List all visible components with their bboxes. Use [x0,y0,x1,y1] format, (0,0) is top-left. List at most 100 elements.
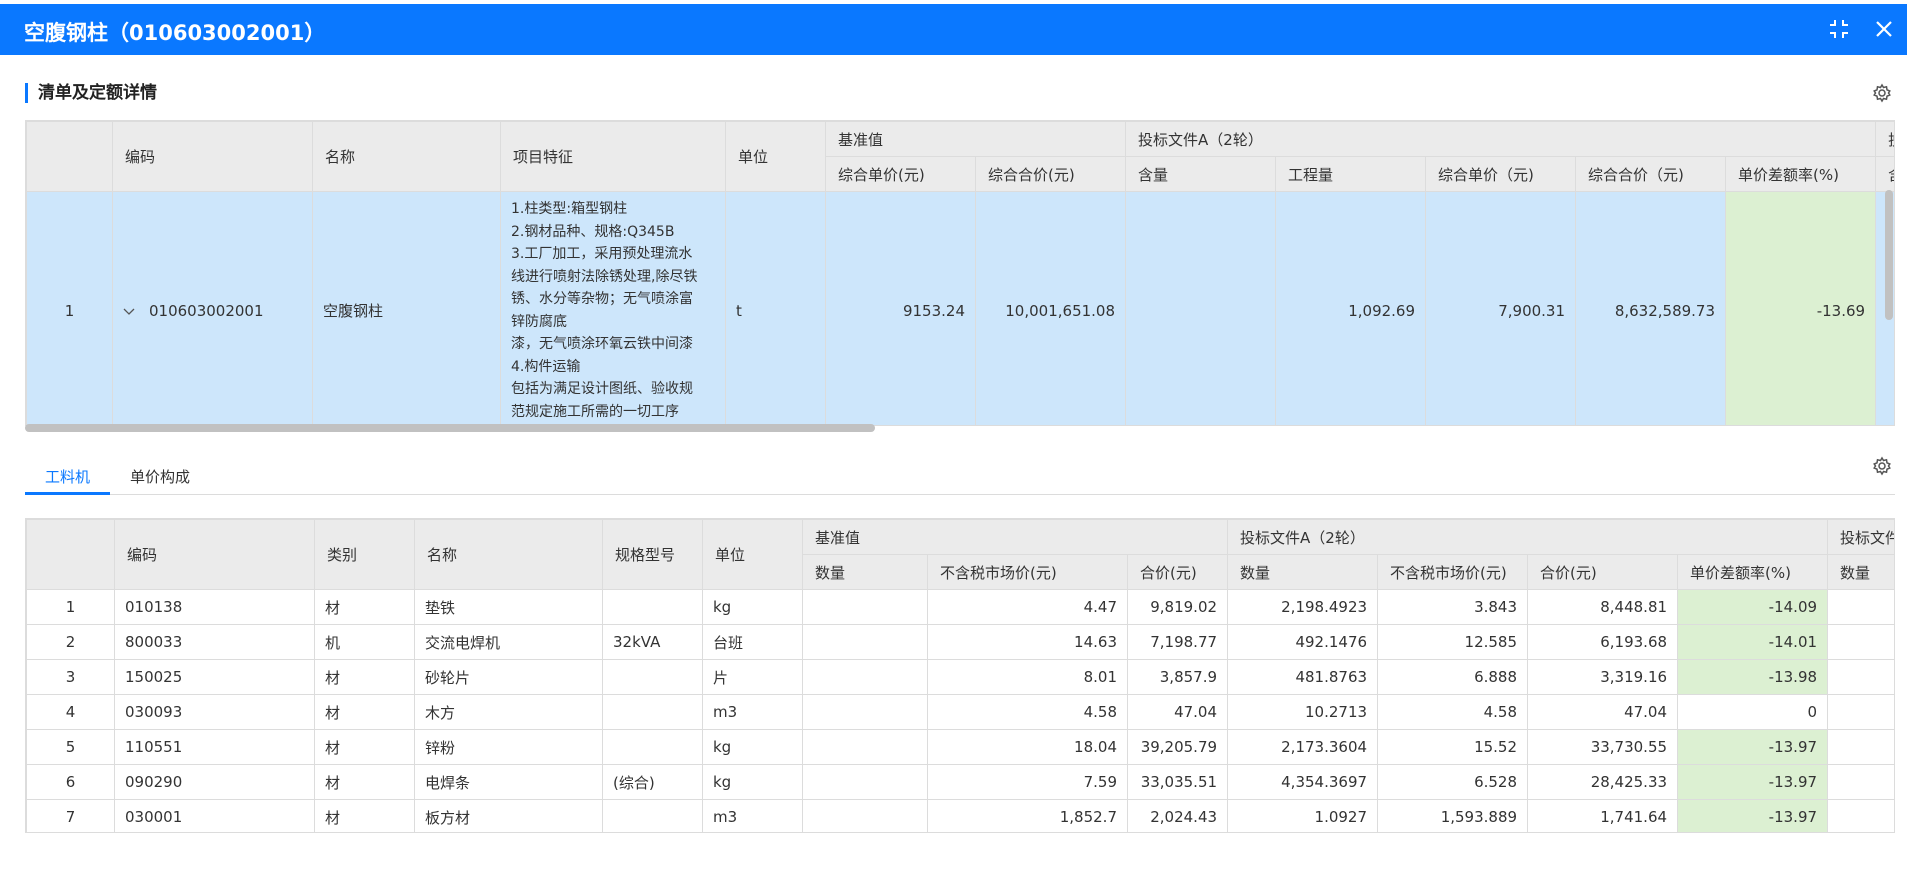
row-base-price: 4.47 [927,589,1128,625]
window-title: 空腹钢柱（010603002001） [24,21,326,45]
materials-grid: 编码 类别 名称 规格型号 单位 基准值 投标文件A（2轮） 投标文件 数量 不… [25,518,1895,833]
header-base-group: 基准值 [801,519,1229,555]
row-base-price: 7.59 [927,764,1128,800]
row-unit: kg [702,589,803,625]
row-code: 150025 [114,659,315,695]
header-bid-diff-rate: 单价差额率(%) [1725,156,1877,192]
table-row[interactable]: 5 110551 材锌粉 kg 18.04 39,205.79 2,173.3604 15.5… [26,729,1894,765]
row-name: 木方 [414,694,603,730]
detail-tabs: 工料机 单价构成 [25,458,1895,495]
row-category: 材 [314,694,415,730]
tab-unit-price-composition[interactable]: 单价构成 [130,466,190,487]
row-base-price: 14.63 [927,624,1128,660]
table-row[interactable]: 1 010603002001 空腹钢柱 1.柱类型:箱型钢柱 2.钢材品种、规格… [26,191,1894,425]
header-bid-diff: 单价差额率(%) [1677,554,1829,590]
row-bid-diff: -13.97 [1677,799,1829,832]
row-base-price: 18.04 [927,729,1128,765]
row-index: 7 [26,799,115,832]
row-bid-total-price: 8,632,589.73 [1575,191,1727,425]
row-index: 5 [26,729,115,765]
row-base-price: 4.58 [927,694,1128,730]
row-name: 砂轮片 [414,659,603,695]
row-bid-total: 3,319.16 [1527,659,1679,695]
row-bid-diff: -13.97 [1677,764,1829,800]
header-code: 编码 [112,121,313,192]
row-index: 1 [26,191,113,425]
gear-icon[interactable] [1872,456,1892,476]
feature-line: 4.构件运输 [511,358,581,375]
bill-detail-grid: 编码 名称 项目特征 单位 基准值 投标文件A（2轮） 投 综合单价(元) 综合… [25,120,1895,426]
row-next-qty: 2 [1827,589,1894,625]
row-base-total: 2,024.43 [1126,799,1229,832]
header-bid-group: 投标文件A（2轮） [1227,519,1829,555]
row-bid-total: 47.04 [1527,694,1679,730]
row-bid-qty: 10.2713 [1227,694,1379,730]
header-next-qty: 数量 [1827,554,1894,590]
row-unit: m3 [702,694,803,730]
header-unit: 单位 [725,121,826,192]
row-bid-qty: 492.1476 [1227,624,1379,660]
tab-materials[interactable]: 工料机 [45,466,90,487]
row-unit: kg [702,764,803,800]
row-next-qty [1827,624,1894,660]
header-name: 名称 [414,519,603,590]
row-code: 110551 [114,729,315,765]
row-unit: 片 [702,659,803,695]
row-code: 010603002001 [149,301,264,320]
header-base-price: 不含税市场价(元) [927,554,1128,590]
row-unit: t [725,191,826,425]
row-base-total: 7,198.77 [1126,624,1229,660]
row-name: 锌粉 [414,729,603,765]
header-unit: 单位 [702,519,803,590]
chevron-down-icon[interactable] [123,302,135,320]
header-category: 类别 [314,519,415,590]
row-base-total: 33,035.51 [1126,764,1229,800]
row-bid-price: 15.52 [1377,729,1529,765]
row-bid-qty: 2,198.4923 [1227,589,1379,625]
header-bid-quantity: 工程量 [1275,156,1427,192]
vertical-scrollbar[interactable] [1885,190,1893,320]
table-row[interactable]: 2 800033 机交流电焊机 32kVA 台班 14.63 7,198.77 492.147… [26,624,1894,660]
row-index: 3 [26,659,115,695]
row-base-total: 9,819.02 [1126,589,1229,625]
row-index: 4 [26,694,115,730]
row-base-qty [802,799,928,832]
row-code: 010138 [114,589,315,625]
active-tab-indicator [25,492,110,495]
window-titlebar: 空腹钢柱（010603002001） [0,4,1907,55]
table-row[interactable]: 1 010138 材垫铁 kg 4.47 9,819.02 2,198.4923 3.843 8… [26,589,1894,625]
header-base-qty: 数量 [802,554,928,590]
row-bid-total: 28,425.33 [1527,764,1679,800]
header-bid-unit-price: 综合单价（元) [1425,156,1577,192]
row-code-cell: 010603002001 [112,191,313,425]
row-base-unit-price: 9153.24 [825,191,976,425]
table-row[interactable]: 7 030001 材板方材 m3 1,852.7 2,024.43 1.0927 1,593.… [26,799,1894,832]
row-bid-diff: 0 [1677,694,1829,730]
row-unit: kg [702,729,803,765]
row-category: 材 [314,589,415,625]
feature-line: 2.钢材品种、规格:Q345B [511,223,675,240]
row-bid-price: 4.58 [1377,694,1529,730]
row-next-qty [1827,659,1894,695]
row-base-qty [802,659,928,695]
header-index [26,519,115,590]
row-base-total: 3,857.9 [1126,659,1229,695]
table-row[interactable]: 4 030093 材木方 m3 4.58 47.04 10.2713 4.58 47.04 0 [26,694,1894,730]
header-bid-total-price: 综合合价（元) [1575,156,1727,192]
table-row[interactable]: 3 150025 材砂轮片 片 8.01 3,857.9 481.8763 6.888 3,31… [26,659,1894,695]
row-bid-total: 1,741.64 [1527,799,1679,832]
header-spec: 规格型号 [602,519,703,590]
horizontal-scrollbar[interactable] [25,424,875,432]
header-base-total-price: 综合合价(元) [974,156,1127,192]
table-row[interactable]: 6 090290 材电焊条 (综合) kg 7.59 33,035.51 4,354.3697… [26,764,1894,800]
row-next-qty [1827,694,1894,730]
close-icon[interactable] [1871,16,1897,42]
row-bid-diff-rate: -13.69 [1725,191,1877,425]
collapse-icon[interactable] [1826,16,1852,42]
header-bid-qty: 数量 [1227,554,1379,590]
row-index: 2 [26,624,115,660]
row-bid-qty: 2,173.3604 [1227,729,1379,765]
row-base-total: 39,205.79 [1126,729,1229,765]
gear-icon[interactable] [1872,83,1892,103]
row-index: 1 [26,589,115,625]
